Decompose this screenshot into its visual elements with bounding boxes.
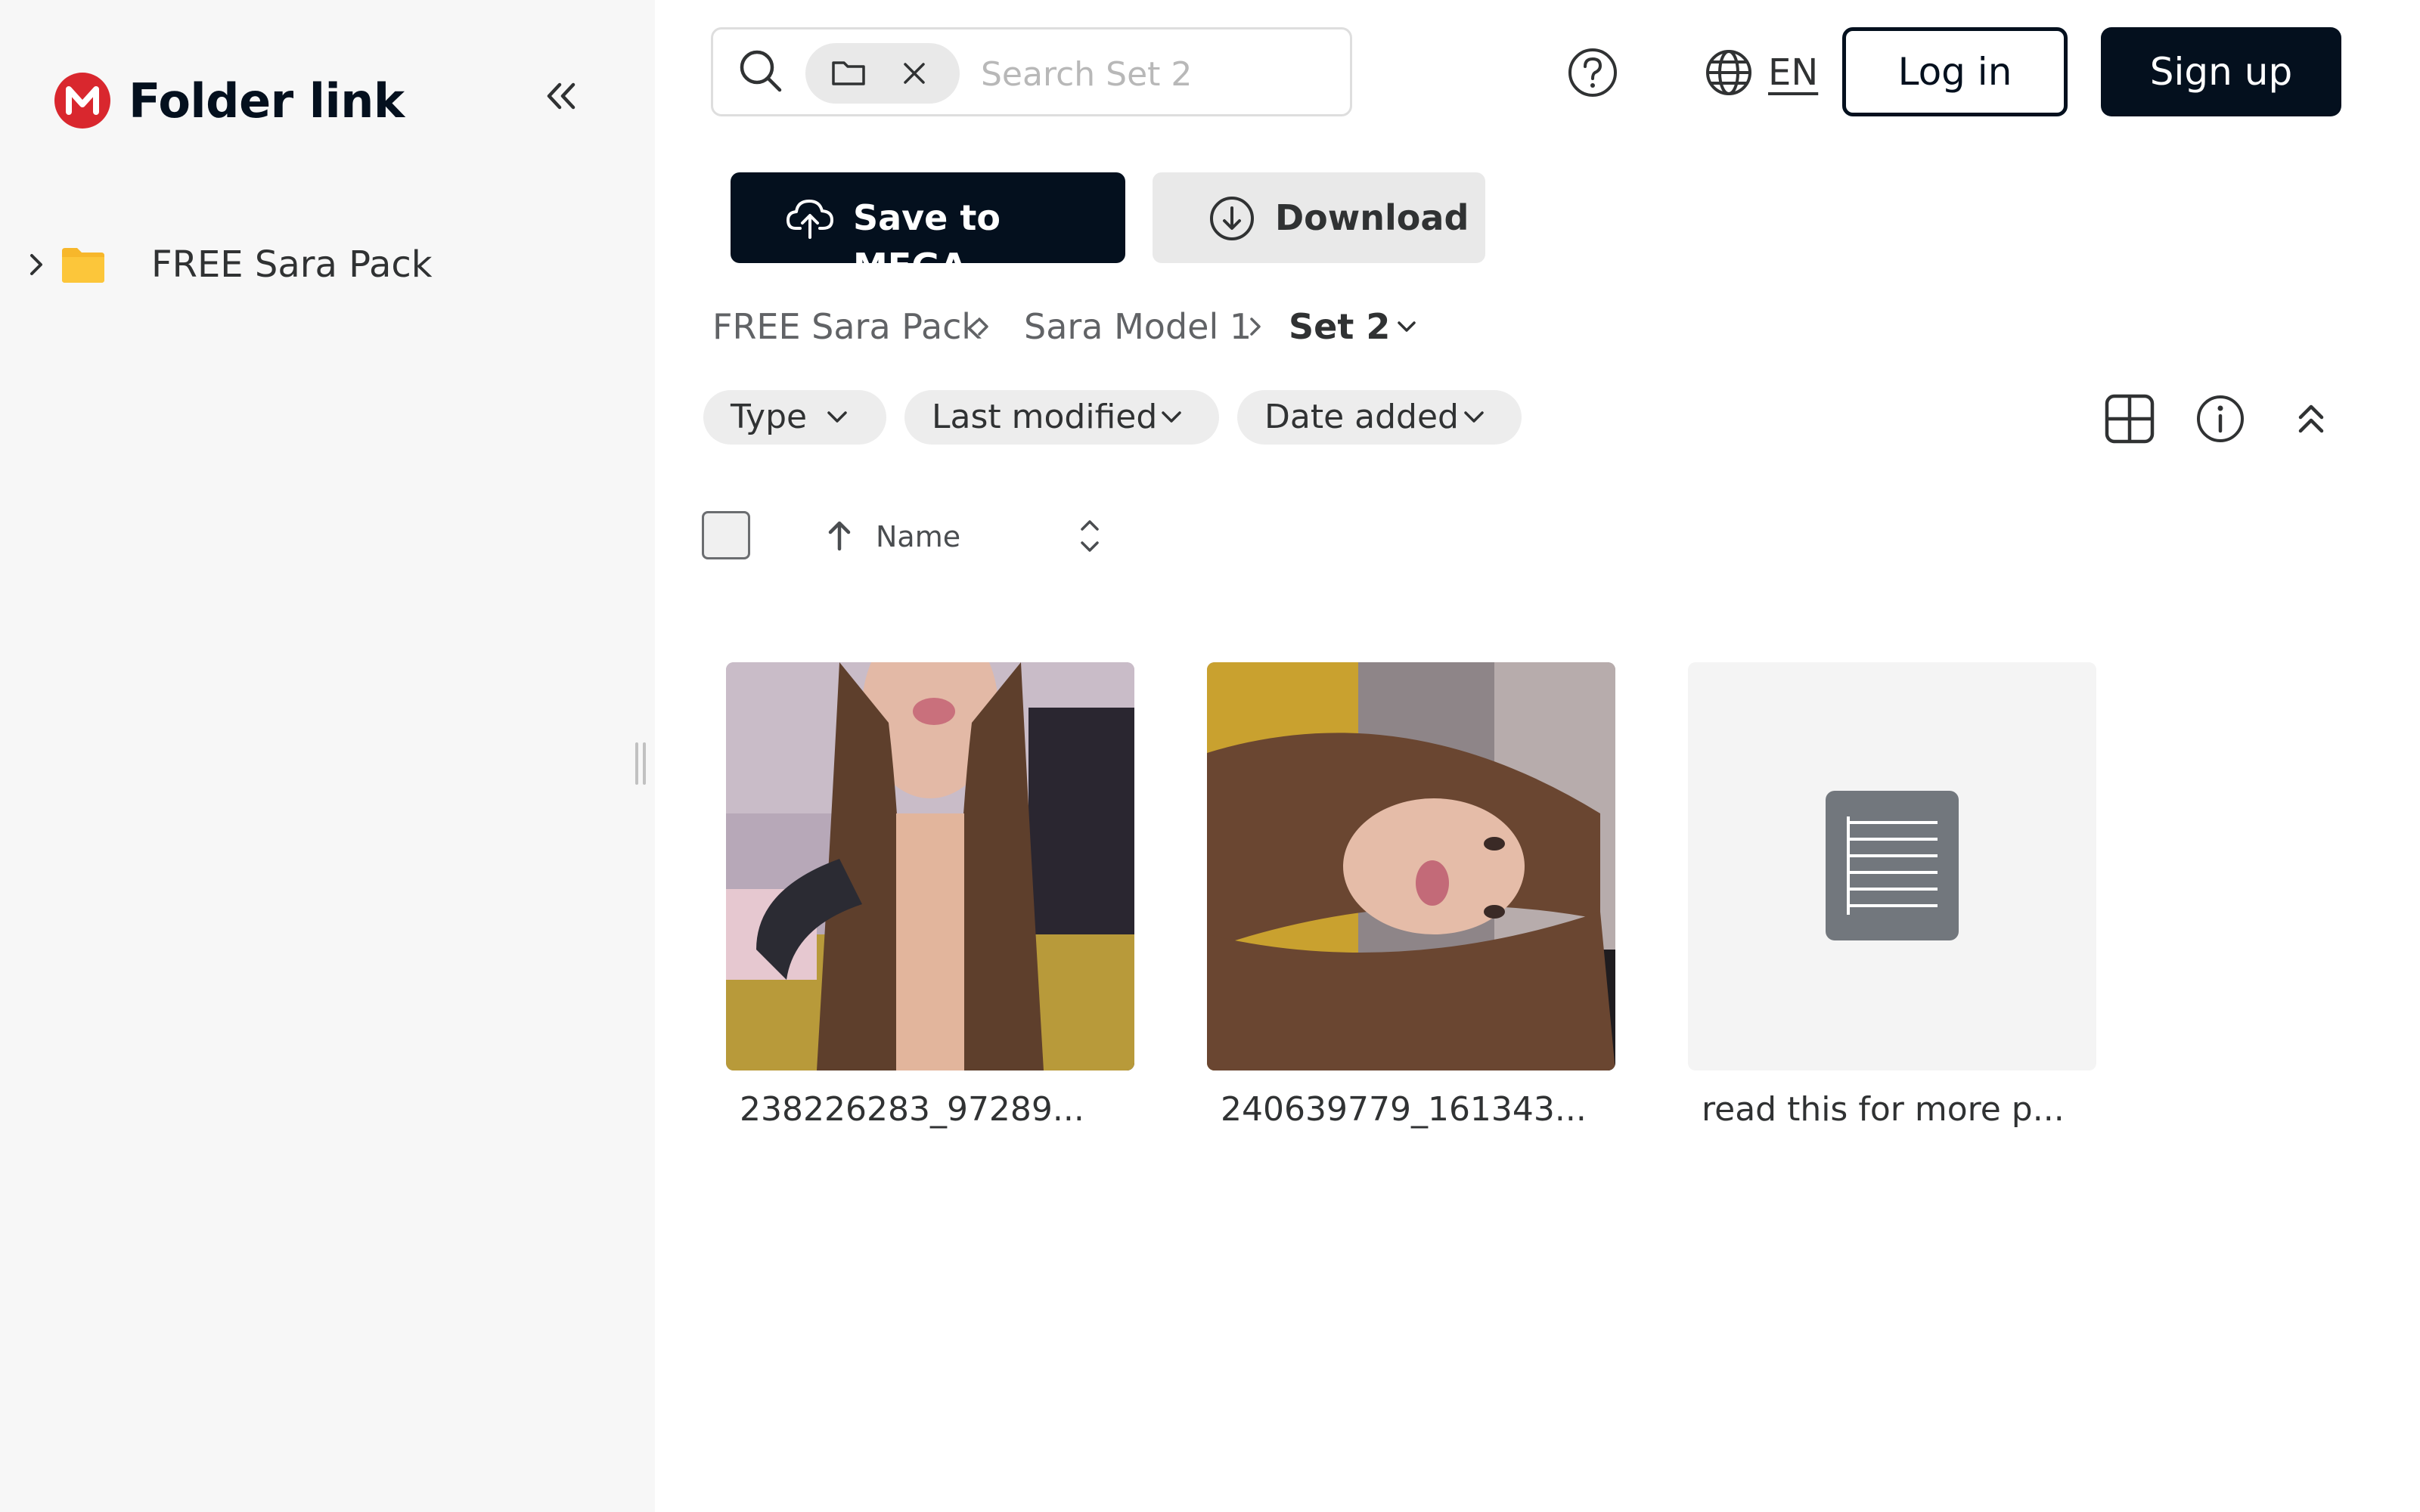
- chevron-down-icon: [1162, 411, 1181, 423]
- breadcrumb-item-free-sara-pack[interactable]: FREE Sara Pack: [712, 302, 982, 351]
- grid-view-button[interactable]: [2102, 392, 2157, 446]
- image-thumbnail: [726, 662, 1134, 1070]
- chevron-right-icon: [978, 318, 988, 336]
- file-tile[interactable]: read this for more p...: [1688, 662, 2096, 1131]
- breadcrumb-item-sara-model-1[interactable]: Sara Model 1: [1024, 302, 1252, 351]
- folder-outline-icon[interactable]: [830, 58, 867, 88]
- save-to-mega-label: Save to MEGA: [853, 197, 1001, 287]
- sidebar: Folder link FREE Sara Pack: [0, 0, 655, 1512]
- folder-icon: [62, 248, 104, 283]
- sidebar-resize-handle[interactable]: [635, 742, 650, 785]
- filter-last-modified-label: Last modified: [932, 398, 1158, 436]
- download-label: Download: [1275, 197, 1469, 238]
- search-input[interactable]: [979, 45, 1330, 104]
- filter-last-modified[interactable]: Last modified: [904, 390, 1219, 445]
- info-button[interactable]: [2193, 392, 2248, 446]
- sidebar-item-free-sara-pack[interactable]: FREE Sara Pack: [23, 234, 628, 295]
- select-all-checkbox[interactable]: [702, 511, 750, 559]
- help-button[interactable]: [1564, 44, 1621, 101]
- file-name: 238226283_97289...: [740, 1090, 1084, 1129]
- chevron-down-icon[interactable]: [1393, 313, 1420, 340]
- app-title: Folder link: [129, 73, 405, 129]
- search-bar[interactable]: [711, 27, 1352, 116]
- search-scope-chip: [805, 43, 960, 104]
- sort-toggle-icon[interactable]: [1074, 514, 1106, 558]
- download-button[interactable]: Download: [1153, 172, 1485, 263]
- breadcrumb-item-current[interactable]: Set 2: [1289, 302, 1390, 351]
- file-tile[interactable]: 240639779_161343...: [1207, 662, 1615, 1131]
- language-link[interactable]: EN: [1768, 47, 1818, 98]
- filter-type[interactable]: Type: [703, 390, 886, 445]
- sidebar-item-label: FREE Sara Pack: [151, 243, 433, 286]
- name-column-header[interactable]: Name: [876, 516, 960, 558]
- close-icon[interactable]: [899, 58, 929, 88]
- double-chevron-up-icon: [2298, 404, 2324, 433]
- info-icon: [2197, 395, 2244, 442]
- document-thumbnail: [1688, 662, 2096, 1070]
- text-file-icon: [1826, 791, 1959, 940]
- grid-view-icon: [2105, 394, 2155, 444]
- file-name: read this for more p...: [1702, 1090, 2065, 1129]
- arrow-up-icon[interactable]: [823, 517, 856, 553]
- filter-date-added[interactable]: Date added: [1237, 390, 1522, 445]
- chevron-down-icon: [827, 411, 847, 423]
- collapse-sidebar-button[interactable]: [534, 73, 587, 119]
- cloud-upload-icon: [786, 200, 833, 239]
- help-icon: [1568, 48, 1617, 97]
- chevron-down-icon: [1464, 411, 1484, 423]
- globe-icon: [1706, 50, 1751, 95]
- chevron-right-icon: [1250, 318, 1261, 336]
- login-button[interactable]: Log in: [1842, 27, 2068, 116]
- search-icon: [740, 50, 782, 92]
- file-name: 240639779_161343...: [1221, 1090, 1587, 1129]
- double-chevron-left-icon: [547, 82, 576, 110]
- collapse-header-button[interactable]: [2284, 392, 2338, 446]
- signup-button[interactable]: Sign up: [2101, 27, 2341, 116]
- file-tile[interactable]: 238226283_97289...: [726, 662, 1134, 1131]
- image-thumbnail: [1207, 662, 1615, 1070]
- language-button[interactable]: [1700, 44, 1758, 101]
- chevron-right-icon[interactable]: [23, 249, 50, 280]
- download-icon: [1210, 197, 1254, 240]
- save-to-mega-button[interactable]: Save to MEGA: [731, 172, 1125, 287]
- filter-date-added-label: Date added: [1264, 398, 1459, 436]
- filter-type-label: Type: [731, 398, 808, 436]
- mega-logo-icon: [54, 73, 110, 129]
